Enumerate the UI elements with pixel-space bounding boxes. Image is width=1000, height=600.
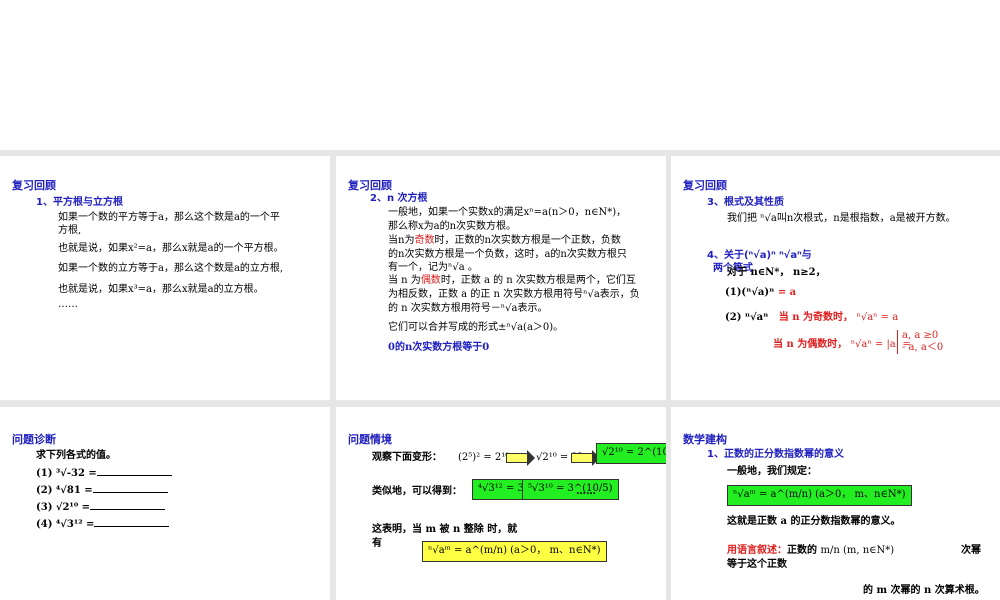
text-line: 这就是正数 a 的正分数指数幂的意义。 bbox=[727, 516, 901, 527]
section-heading: 2、n 次方根 bbox=[370, 193, 428, 204]
text-line: 我们把 ⁿ√a叫n次根式，n是根指数，a是被开方数。 bbox=[727, 213, 956, 224]
exercise-1: (1) ³√-32 = bbox=[36, 466, 172, 482]
formula-box: ⁵√3¹⁰ = 3^(10/5) bbox=[522, 479, 619, 500]
text-line: 一般地，我们规定： bbox=[727, 466, 817, 477]
text-line: 对于 n∈N*， n≥2， bbox=[727, 267, 826, 278]
text-line: …… bbox=[576, 486, 596, 497]
text-line: 0的n次实数方根等于0 bbox=[388, 342, 490, 353]
formula-line: (1)(ⁿ√a)ⁿ = a bbox=[725, 287, 797, 298]
formula-line: (2) ⁿ√aⁿ 当 n 为奇数时， ⁿ√aⁿ = a bbox=[725, 312, 899, 323]
arrow-right-icon bbox=[506, 450, 535, 466]
text-line: 那么称x为a的n次实数方根。 bbox=[388, 221, 517, 232]
text-line: 如果一个数的立方等于a，那么这个数是a的立方根, bbox=[58, 263, 284, 274]
exercise-4: (4) ⁴√3¹² = bbox=[36, 517, 170, 533]
piecewise-formula: a, a ≥0- a, a＜0 bbox=[897, 330, 943, 354]
text-line: 它们可以合并写成的形式±ⁿ√a(a＞0)。 bbox=[388, 322, 564, 333]
slide-title: 复习回顾 bbox=[683, 179, 727, 192]
text-line: 等于这个正数 bbox=[727, 559, 787, 570]
text-line: 有 bbox=[372, 538, 382, 549]
text-line: 也就是说，如果x²=a，那么x就是a的一个平方根。 bbox=[58, 243, 284, 254]
section-heading: 1、正数的正分数指数幂的意义 bbox=[707, 449, 844, 460]
text-line: 方根, bbox=[58, 225, 82, 236]
text-line: 类似地，可以得到： bbox=[372, 486, 462, 497]
exercise-2: (2) ⁴√81 = bbox=[36, 483, 168, 499]
slide-problem-context[interactable]: 问题情境 观察下面变形： (2⁵)² = 2¹⁰ √2¹⁰ = 2⁵ √2¹⁰ … bbox=[336, 407, 666, 600]
text-line: 观察下面变形： bbox=[372, 452, 442, 463]
slide-title: 复习回顾 bbox=[12, 179, 56, 192]
slide-review-2[interactable]: 复习回顾 2、n 次方根 一般地，如果一个实数x的满足xⁿ=a(n＞0，n∈N*… bbox=[336, 156, 666, 400]
slide-diagnosis[interactable]: 问题诊断 求下列各式的值。 (1) ³√-32 = (2) ⁴√81 = (3)… bbox=[0, 407, 330, 600]
text-line: 如果一个数的平方等于a，那么这个数是a的一个平 bbox=[58, 212, 280, 223]
arrow-right-icon bbox=[571, 450, 600, 466]
formula-box: ⁿ√aᵐ = a^(m/n) (a＞0， m、n∈N*) bbox=[422, 541, 607, 562]
slide-review-3[interactable]: 复习回顾 3、根式及其性质 我们把 ⁿ√a叫n次根式，n是根指数，a是被开方数。… bbox=[671, 156, 1000, 400]
exercise-3: (3) √2¹⁰ = bbox=[36, 500, 166, 516]
slide-title: 问题诊断 bbox=[12, 433, 56, 446]
text-line: 一般地，如果一个实数x的满足xⁿ=a(n＞0，n∈N*)， bbox=[388, 207, 627, 218]
text-line: …… bbox=[58, 299, 78, 310]
section-heading: 3、根式及其性质 bbox=[707, 197, 784, 208]
slide-title: 问题情境 bbox=[348, 433, 392, 446]
text-line: 的 m 次幂的 n 次算术根。 bbox=[863, 585, 985, 596]
section-heading: 1、平方根与立方根 bbox=[36, 197, 123, 208]
formula-box: ⁿ√aᵐ = a^(m/n) (a＞0， m、n∈N*) bbox=[727, 485, 912, 506]
text-line: 次幂 bbox=[961, 545, 981, 556]
formula-line: 当 n 为偶数时， ⁿ√aⁿ = |a| = bbox=[773, 339, 911, 350]
formula: (2⁵)² = 2¹⁰ bbox=[458, 452, 510, 463]
slide-title: 数学建构 bbox=[683, 433, 727, 446]
text-line: 当n为奇数时，正数的n次实数方根是一个正数，负数 bbox=[388, 235, 621, 246]
slide-review-1[interactable]: 复习回顾 1、平方根与立方根 如果一个数的平方等于a，那么这个数是a的一个平 方… bbox=[0, 156, 330, 400]
text-line: 用语言叙述：正数的 m/n (m, n∈N*) bbox=[727, 545, 895, 556]
slide-math-construction[interactable]: 数学建构 1、正数的正分数指数幂的意义 一般地，我们规定： ⁿ√aᵐ = a^(… bbox=[671, 407, 1000, 600]
text-line: 为相反数，正数 a 的正 n 次实数方根用符号ⁿ√a表示，负 bbox=[388, 289, 640, 300]
text-line: 的 n 次实数方根用符号－ⁿ√a表示。 bbox=[388, 303, 548, 314]
formula-box: √2¹⁰ = 2^(10/2) bbox=[596, 443, 666, 464]
text-line: 也就是说，如果x³=a，那么x就是a的立方根。 bbox=[58, 284, 264, 295]
text-line: 这表明，当 m 被 n 整除 时，就 bbox=[372, 524, 518, 535]
text-line: 当 n 为偶数时，正数 a 的 n 次实数方根是两个，它们互 bbox=[388, 275, 636, 286]
text-line: 求下列各式的值。 bbox=[36, 450, 116, 461]
